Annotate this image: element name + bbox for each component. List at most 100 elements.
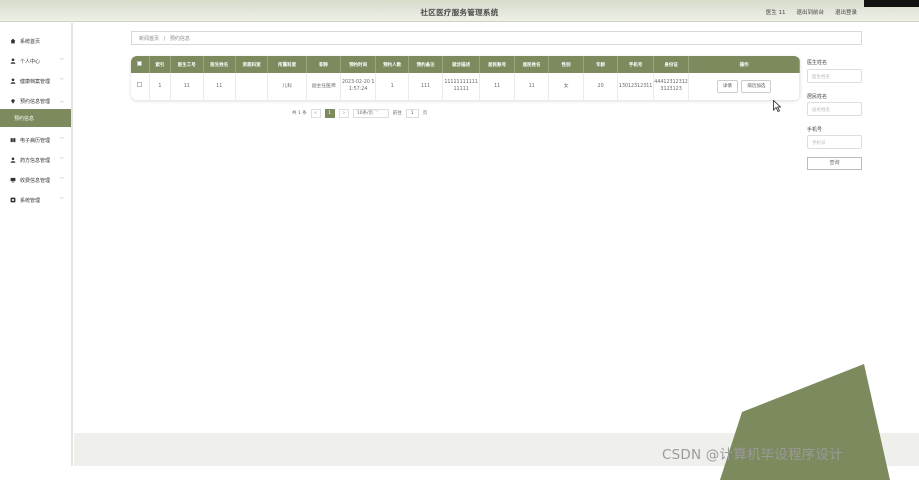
sidebar-item-appointment-mgmt[interactable]: 预约信息管理 ︿ — [0, 94, 71, 108]
column-header: 预约人数 — [375, 56, 408, 73]
sidebar: 系统首页 个人中心 ﹀ 健康档案管理 ﹀ 预约信息管理 ︿ 预约信息 电子病历管… — [0, 23, 73, 466]
column-header: 身份证 — [653, 56, 689, 73]
column-header: 居民姓名 — [514, 56, 548, 73]
cell-age: 20 — [583, 73, 617, 100]
cell-phone: 13012312311 — [618, 73, 654, 100]
book-icon — [10, 137, 16, 143]
home-icon — [10, 38, 16, 44]
sidebar-item-personal[interactable]: 个人中心 ﹀ — [0, 54, 71, 68]
sidebar-item-health-record[interactable]: 健康档案管理 ﹀ — [0, 74, 71, 88]
cell-note: 111 — [409, 73, 442, 100]
page-size-value: 10条/页 — [357, 111, 373, 116]
column-header: 资质科室 — [235, 56, 267, 73]
logout-link[interactable]: 退出登录 — [835, 8, 857, 16]
column-header: 医生工号 — [171, 56, 203, 73]
column-header: 预约时间 — [341, 56, 375, 73]
resident-name-label: 居民姓名 — [807, 93, 827, 100]
column-header: 医生姓名 — [203, 56, 235, 73]
top-header: 社区医疗服务管理系统 医生 11 退出到前台 退出登录 — [0, 0, 919, 22]
search-button[interactable]: 查询 — [807, 157, 862, 170]
breadcrumb-home[interactable]: 新闻首页 — [139, 36, 159, 42]
row-checkbox[interactable] — [137, 82, 142, 87]
cell-qualification — [235, 73, 267, 100]
chevron-down-icon: ﹀ — [60, 78, 65, 84]
doctor-name-input[interactable]: 医生姓名 — [807, 69, 862, 83]
column-header: 就诊描述 — [442, 56, 480, 73]
mouse-cursor-icon — [773, 100, 781, 112]
sidebar-item-system-mgmt[interactable]: 系统管理 ﹀ — [0, 193, 71, 207]
sidebar-item-label: 健康档案管理 — [20, 78, 50, 85]
select-all-checkbox[interactable] — [137, 61, 142, 66]
box-icon — [10, 197, 16, 203]
cell-count: 1 — [375, 73, 408, 100]
cell-description: 1111111111111111 — [442, 73, 480, 100]
header-actions: 医生 11 退出到前台 退出登录 — [766, 8, 857, 16]
table-header-row: 索引 医生工号 医生姓名 资质科室 所属科室 职称 预约时间 预约人数 预约备注… — [131, 56, 800, 73]
cell-resident-account: 11 — [480, 73, 514, 100]
pin-icon — [10, 98, 16, 104]
goto-unit: 页 — [423, 110, 428, 116]
select-all-header[interactable] — [131, 56, 149, 73]
column-header: 所属科室 — [268, 56, 307, 73]
chevron-up-icon: ︿ — [60, 98, 65, 104]
chevron-down-icon: ﹀ — [60, 197, 65, 203]
column-header: 年龄 — [583, 56, 617, 73]
row-select-cell[interactable] — [131, 73, 149, 100]
column-header: 职称 — [306, 56, 340, 73]
sidebar-item-fee-mgmt[interactable]: 收费信息管理 ﹀ — [0, 173, 71, 187]
breadcrumb-separator: / — [164, 36, 166, 42]
chevron-down-icon: ﹀ — [60, 177, 65, 183]
black-corner — [864, 0, 919, 7]
sidebar-item-appointment-info[interactable]: 预约信息 — [0, 109, 71, 127]
sidebar-item-label: 电子病历管理 — [20, 137, 50, 144]
cell-doctor-no: 11 — [171, 73, 203, 100]
cell-doctor-name: 11 — [203, 73, 235, 100]
chevron-down-icon: ﹀ — [60, 137, 65, 143]
cell-gender: 女 — [549, 73, 583, 100]
goto-page-input[interactable]: 1 — [406, 109, 419, 118]
sidebar-item-prescription-mgmt[interactable]: 药方信息管理 ﹀ — [0, 153, 71, 167]
column-header: 手机号 — [618, 56, 654, 73]
next-page-button[interactable]: > — [339, 109, 349, 118]
appointment-table: 索引 医生工号 医生姓名 资质科室 所属科室 职称 预约时间 预约人数 预约备注… — [131, 56, 800, 100]
cell-title: 副主任医师 — [306, 73, 340, 100]
cell-idcard: 444123123123123123 — [653, 73, 689, 100]
pagination-total: 共 1 条 — [292, 110, 307, 116]
watermark: CSDN @计算机毕设程序设计 — [662, 443, 843, 463]
detail-button[interactable]: 详情 — [717, 80, 738, 93]
table-row: 1 11 11 儿科 副主任医师 2023-02-20 11:57:24 1 1… — [131, 73, 800, 100]
cell-actions: 详情 病历加选 — [689, 73, 800, 100]
page-size-select[interactable]: 10条/页 ﹀ — [353, 109, 389, 118]
user-icon — [10, 58, 16, 64]
prev-page-button[interactable]: < — [311, 109, 321, 118]
sidebar-item-label: 系统首页 — [20, 38, 40, 45]
phone-input[interactable]: 手机号 — [807, 135, 862, 149]
page-number-button[interactable]: 1 — [325, 109, 335, 118]
sidebar-item-label: 系统管理 — [20, 197, 40, 204]
chevron-down-icon: ﹀ — [60, 157, 65, 163]
sidebar-item-emr-mgmt[interactable]: 电子病历管理 ﹀ — [0, 133, 71, 147]
add-record-button[interactable]: 病历加选 — [741, 80, 771, 93]
cell-resident-name: 11 — [514, 73, 548, 100]
column-header: 性别 — [549, 56, 583, 73]
sidebar-item-home[interactable]: 系统首页 — [0, 34, 71, 48]
cell-department: 儿科 — [268, 73, 307, 100]
user-name: 医生 11 — [766, 8, 786, 16]
cell-index: 1 — [149, 73, 170, 100]
resident-name-input[interactable]: 居民姓名 — [807, 102, 862, 116]
sidebar-item-label: 预约信息管理 — [20, 98, 50, 105]
chevron-down-icon: ﹀ — [374, 111, 379, 116]
monitor-icon — [10, 177, 16, 183]
breadcrumb: 新闻首页 / 预约信息 — [131, 31, 862, 45]
column-header: 操作 — [689, 56, 800, 73]
sidebar-item-label: 个人中心 — [20, 58, 40, 65]
pagination: 共 1 条 < 1 > 10条/页 ﹀ 前往 1 页 — [292, 108, 427, 118]
doctor-name-label: 医生姓名 — [807, 59, 827, 66]
chevron-down-icon: ﹀ — [60, 58, 65, 64]
sidebar-item-label: 预约信息 — [14, 115, 34, 122]
goto-label: 前往 — [393, 110, 402, 116]
person-icon — [10, 157, 16, 163]
column-header: 预约备注 — [409, 56, 442, 73]
cell-time: 2023-02-20 11:57:24 — [341, 73, 375, 100]
back-to-front-link[interactable]: 退出到前台 — [796, 8, 824, 16]
